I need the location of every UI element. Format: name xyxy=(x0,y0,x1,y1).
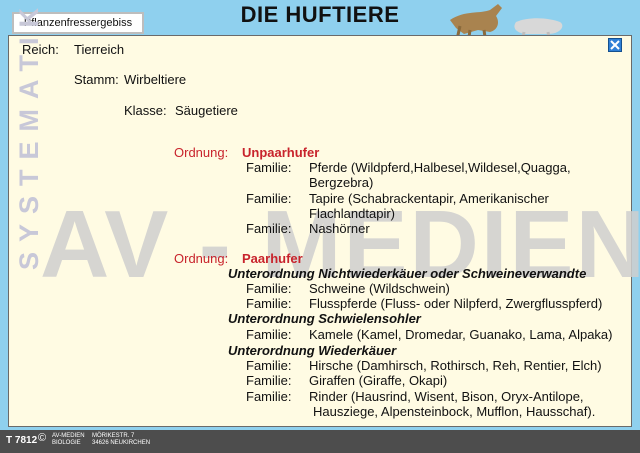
address-line1: MÖRIKESTR. 7 xyxy=(92,433,135,439)
product-code: T 7812 xyxy=(6,435,38,446)
familie-nashoerner: Nashörner xyxy=(309,221,370,236)
familie-flusspferde: Flusspferde (Fluss- oder Nilpferd, Zwerg… xyxy=(309,296,603,311)
familie-giraffen: Giraffen (Giraffe, Okapi) xyxy=(309,373,448,388)
footer-bar: T 7812 © AV-MEDIEN BIOLOGIE MÖRIKESTR. 7… xyxy=(0,430,640,453)
address: MÖRIKESTR. 7 34626 NEUKIRCHEN xyxy=(92,433,150,447)
familie-schweine: Schweine (Wildschwein) xyxy=(309,281,450,296)
copyright-symbol: © xyxy=(38,432,47,444)
ordnung-unpaarhufer-label: Ordnung: xyxy=(174,145,229,160)
side-label: SYSTEMATIK xyxy=(14,0,44,270)
familie-pferde: Pferde (Wildpferd,Halbesel,Wildesel,Quag… xyxy=(309,160,571,175)
stamm-value: Wirbeltiere xyxy=(124,72,187,87)
familie-label: Familie: xyxy=(246,160,292,175)
ordnung-paarhufer-label: Ordnung: xyxy=(174,251,229,266)
close-button[interactable] xyxy=(608,38,622,52)
address-line2: 34626 NEUKIRCHEN xyxy=(92,440,151,446)
stamm-label: Stamm: xyxy=(74,72,119,87)
familie-rinder: Rinder (Hausrind, Wisent, Bison, Oryx-An… xyxy=(309,389,584,404)
page-title: DIE HUFTIERE xyxy=(240,2,400,27)
reich-value: Tierreich xyxy=(74,42,125,57)
familie-label: Familie: xyxy=(246,358,292,373)
publisher: AV-MEDIEN BIOLOGIE xyxy=(52,433,85,447)
unterordnung-title: Unterordnung Schwielensohler xyxy=(228,311,421,326)
unterordnung-title: Unterordnung Wiederkäuer xyxy=(228,343,397,358)
unterordnung-title: Unterordnung Nichtwiederkäuer oder Schwe… xyxy=(228,266,587,281)
familie-pferde-cont: Bergzebra) xyxy=(309,175,374,190)
familie-label: Familie: xyxy=(246,327,292,342)
familie-label: Familie: xyxy=(246,191,292,206)
familie-tapire: Tapire (Schabrackentapir, Amerikanischer xyxy=(309,191,549,206)
familie-tapire-cont: Flachlandtapir) xyxy=(309,206,395,221)
familie-kamele: Kamele (Kamel, Dromedar, Guanako, Lama, … xyxy=(309,327,613,342)
familie-label: Familie: xyxy=(246,221,292,236)
publisher-line1: AV-MEDIEN xyxy=(52,433,85,439)
reich-label: Reich: xyxy=(22,42,59,57)
ordnung-paarhufer-value: Paarhufer xyxy=(242,251,303,266)
familie-label: Familie: xyxy=(246,296,292,311)
ordnung-unpaarhufer-value: Unpaarhufer xyxy=(242,145,320,160)
familie-rinder-cont: Hausziege, Alpensteinbock, Mufflon, Haus… xyxy=(313,404,596,419)
familie-label: Familie: xyxy=(246,281,292,296)
familie-hirsche: Hirsche (Damhirsch, Rothirsch, Reh, Rent… xyxy=(309,358,602,373)
klasse-label: Klasse: xyxy=(124,103,167,118)
familie-label: Familie: xyxy=(246,373,292,388)
publisher-line2: BIOLOGIE xyxy=(52,440,81,446)
familie-label: Familie: xyxy=(246,389,292,404)
klasse-value: Säugetiere xyxy=(175,103,238,118)
close-icon xyxy=(610,40,620,50)
